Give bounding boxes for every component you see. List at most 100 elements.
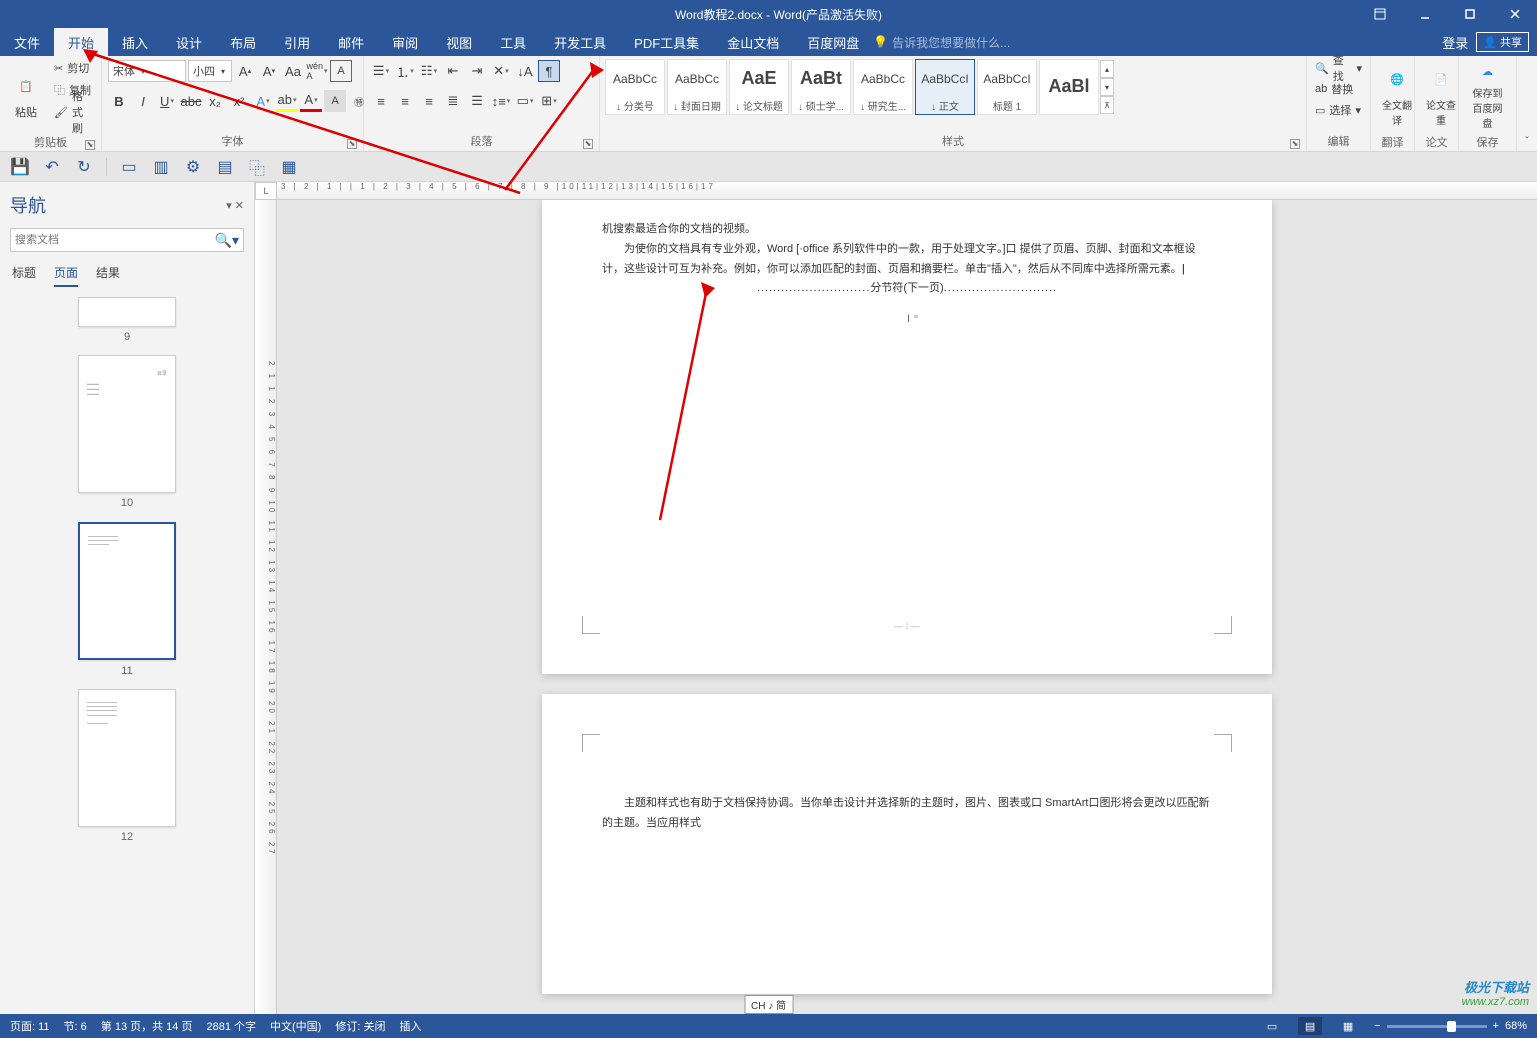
tab-review[interactable]: 审阅 <box>378 28 432 56</box>
style-item[interactable]: AaBbCcI标题 1 <box>977 59 1037 115</box>
save-icon[interactable]: 💾 <box>10 157 30 177</box>
zoom-slider[interactable] <box>1387 1025 1487 1028</box>
view-print-icon[interactable]: ▤ <box>1298 1017 1322 1035</box>
nav-close-icon[interactable]: ▾ ✕ <box>226 199 244 212</box>
status-insert[interactable]: 插入 <box>399 1018 421 1034</box>
font-launcher[interactable]: ⬊ <box>347 139 357 149</box>
horizontal-ruler[interactable]: 3 | 2 | 1 | | 1 | 2 | 3 | 4 | 5 | 6 | 7 … <box>277 182 1537 200</box>
paper-check-button[interactable]: 📄论文查重 <box>1419 58 1463 132</box>
qat-icon[interactable]: ▦ <box>279 157 299 177</box>
style-item-normal[interactable]: AaBbCcI↓ 正文 <box>915 59 975 115</box>
style-item[interactable]: AaE↓ 论文标题 <box>729 59 789 115</box>
qat-icon[interactable]: ⚙ <box>183 157 203 177</box>
tab-tools[interactable]: 工具 <box>486 28 540 56</box>
tab-view[interactable]: 视图 <box>432 28 486 56</box>
share-button[interactable]: 👤 共享 <box>1476 32 1529 52</box>
status-words[interactable]: 2881 个字 <box>206 1018 256 1034</box>
subscript-icon[interactable]: x₂ <box>204 90 226 112</box>
tell-me[interactable]: 💡 告诉我您想要做什么... <box>873 34 1010 51</box>
char-border-icon[interactable]: A <box>330 60 352 82</box>
decrease-indent-icon[interactable]: ⇤ <box>442 60 464 82</box>
select-button[interactable]: ▭ 选择 ▾ <box>1311 100 1365 120</box>
find-button[interactable]: 🔍 查找 ▾ <box>1311 58 1366 78</box>
increase-indent-icon[interactable]: ⇥ <box>466 60 488 82</box>
redo-icon[interactable]: ↻ <box>74 157 94 177</box>
minimize-icon[interactable] <box>1402 0 1447 28</box>
tab-file[interactable]: 文件 <box>0 28 54 56</box>
nav-tab-headings[interactable]: 标题 <box>12 264 36 287</box>
document-page[interactable]: 机搜索最适合你的文档的视频。 为使你的文档具有专业外观，Word [·offic… <box>542 200 1272 674</box>
multilevel-icon[interactable]: ☷ <box>418 60 440 82</box>
ime-indicator[interactable]: CH ♪ 简 <box>744 995 793 1014</box>
bullets-icon[interactable]: ☰ <box>370 60 392 82</box>
save-baidu-button[interactable]: ☁保存到百度网盘 <box>1463 58 1512 132</box>
styles-launcher[interactable]: ⬊ <box>1290 139 1300 149</box>
align-center-icon[interactable]: ≡ <box>394 90 416 112</box>
status-section[interactable]: 节: 6 <box>64 1018 87 1034</box>
close-icon[interactable] <box>1492 0 1537 28</box>
text-direction-icon[interactable]: ✕ <box>490 60 512 82</box>
text-effect-icon[interactable]: A <box>252 90 274 112</box>
page-scroll[interactable]: 机搜索最适合你的文档的视频。 为使你的文档具有专业外观，Word [·offic… <box>277 200 1537 1014</box>
distribute-icon[interactable]: ☰ <box>466 90 488 112</box>
strikethrough-icon[interactable]: abc <box>180 90 202 112</box>
page-thumb[interactable]: 目录▬▬▬▬▬▬▬▬▬10 <box>10 355 244 509</box>
phonetic-icon[interactable]: wénA <box>306 60 328 82</box>
font-size-select[interactable]: 小四▾ <box>188 60 232 82</box>
maximize-icon[interactable] <box>1447 0 1492 28</box>
borders-icon[interactable]: ⊞ <box>538 90 560 112</box>
qat-icon[interactable]: ⿻ <box>247 157 267 177</box>
tab-kingsoft[interactable]: 金山文档 <box>713 28 793 56</box>
view-web-icon[interactable]: ▦ <box>1336 1017 1360 1035</box>
page-thumb[interactable]: 9 <box>10 297 244 343</box>
font-color-icon[interactable]: A <box>300 90 322 112</box>
style-item[interactable]: AaBbCc↓ 封面日期 <box>667 59 727 115</box>
zoom-level[interactable]: 68% <box>1505 1020 1527 1032</box>
style-scroll[interactable]: ▴▾⊼ <box>1100 60 1114 114</box>
nav-search[interactable]: 🔍▾ <box>10 228 244 252</box>
collapse-ribbon-icon[interactable]: ˇ <box>1525 136 1528 147</box>
paragraph-launcher[interactable]: ⬊ <box>583 139 593 149</box>
italic-icon[interactable]: I <box>132 90 154 112</box>
zoom-in-icon[interactable]: + <box>1493 1020 1499 1032</box>
zoom-control[interactable]: − + 68% <box>1374 1020 1527 1032</box>
vertical-ruler[interactable]: 2 1 1 2 3 4 5 6 7 8 9 10 11 12 13 14 15 … <box>255 200 277 1014</box>
status-pages[interactable]: 第 13 页，共 14 页 <box>101 1018 193 1034</box>
qat-icon[interactable]: ▤ <box>215 157 235 177</box>
search-icon[interactable]: 🔍▾ <box>215 232 239 249</box>
paste-button[interactable]: 📋 粘贴 <box>4 58 48 132</box>
line-spacing-icon[interactable]: ↕≡ <box>490 90 512 112</box>
document-page[interactable]: 主题和样式也有助于文档保持协调。当你单击设计并选择新的主题时，图片、图表或口 S… <box>542 694 1272 994</box>
shrink-font-icon[interactable]: A▾ <box>258 60 280 82</box>
nav-tab-pages[interactable]: 页面 <box>54 264 78 287</box>
tab-design[interactable]: 设计 <box>162 28 216 56</box>
undo-icon[interactable]: ↶ <box>42 157 62 177</box>
page-thumb[interactable]: ▬▬▬▬▬▬▬▬▬▬▬▬▬▬▬▬▬▬▬▬▬▬▬▬▬▬▬▬▬▬▬▬▬▬▬▬▬▬▬▬… <box>10 689 244 843</box>
font-name-select[interactable]: 宋体▾ <box>108 60 186 82</box>
bold-icon[interactable]: B <box>108 90 130 112</box>
tab-layout[interactable]: 布局 <box>216 28 270 56</box>
ruler-corner[interactable]: L <box>255 182 277 200</box>
tab-pdf[interactable]: PDF工具集 <box>620 28 713 56</box>
clipboard-launcher[interactable]: ⬊ <box>85 140 95 150</box>
status-page[interactable]: 页面: 11 <box>10 1018 50 1034</box>
show-marks-icon[interactable]: ¶ <box>538 60 560 82</box>
grow-font-icon[interactable]: A▴ <box>234 60 256 82</box>
underline-icon[interactable]: U <box>156 90 178 112</box>
status-track[interactable]: 修订: 关闭 <box>335 1018 385 1034</box>
qat-icon[interactable]: ▭ <box>119 157 139 177</box>
cut-button[interactable]: ✂剪切 <box>50 58 97 78</box>
style-item[interactable]: AaBl <box>1039 59 1099 115</box>
tab-insert[interactable]: 插入 <box>108 28 162 56</box>
align-left-icon[interactable]: ≡ <box>370 90 392 112</box>
highlight-icon[interactable]: ab <box>276 90 298 112</box>
tab-home[interactable]: 开始 <box>54 28 108 56</box>
justify-icon[interactable]: ≣ <box>442 90 464 112</box>
view-read-icon[interactable]: ▭ <box>1260 1017 1284 1035</box>
replace-button[interactable]: ab 替换 <box>1311 79 1357 99</box>
superscript-icon[interactable]: x² <box>228 90 250 112</box>
tab-developer[interactable]: 开发工具 <box>540 28 620 56</box>
ribbon-options-icon[interactable] <box>1357 0 1402 28</box>
numbering-icon[interactable]: ⒈ <box>394 60 416 82</box>
tab-references[interactable]: 引用 <box>270 28 324 56</box>
